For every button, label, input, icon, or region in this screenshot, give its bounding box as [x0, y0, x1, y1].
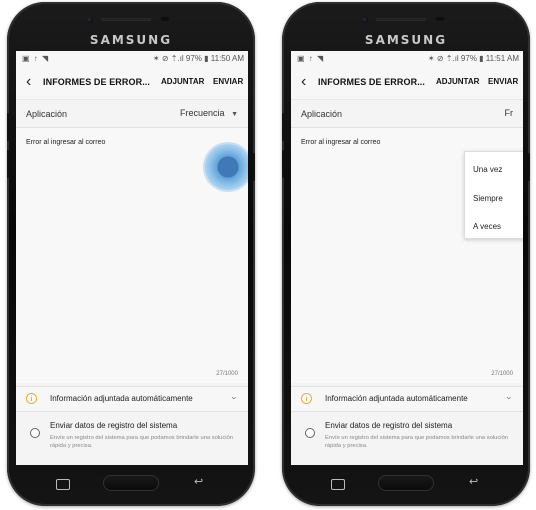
frequency-dropdown[interactable]: Fr: [505, 108, 514, 118]
phone-right: SAMSUNG ▣ ↑ ◥ ✶ ⊘ ⇡.ıl 97% ▮ 11:51 AM ‹ …: [282, 2, 530, 506]
send-button[interactable]: ENVIAR: [488, 77, 518, 86]
home-button[interactable]: [103, 475, 159, 491]
status-notification-icons: ▣ ↑ ◥: [297, 54, 325, 63]
character-counter: 27/1000: [216, 371, 238, 377]
attached-info-label: Información adjuntada automáticamente: [325, 394, 468, 403]
system-log-description: Envíe un registro del sistema para que p…: [325, 435, 509, 449]
send-button[interactable]: ENVIAR: [213, 77, 243, 86]
comparison-screenshot: SAMSUNG ▣ ↑ ◥ ✶ ⊘ ⇡.ıl 97% ▮ 11:50 AM ‹ …: [0, 0, 536, 510]
frequency-options-menu: Una vez Siempre A veces: [464, 151, 523, 239]
frequency-dropdown[interactable]: Frecuencia ▼: [180, 108, 238, 118]
option-sometimes[interactable]: A veces: [473, 222, 501, 231]
sensor-icon: [436, 17, 444, 21]
right-side-button: [528, 153, 530, 181]
left-side-button-bottom: [7, 150, 9, 178]
hardware-navigation: ↩: [7, 465, 255, 506]
app-bar: ‹ INFORMES DE ERROR... ADJUNTAR ENVIAR: [16, 67, 248, 100]
front-camera-icon: [87, 17, 93, 23]
system-log-description: Envíe un registro del sistema para que p…: [50, 435, 234, 449]
application-label: Aplicación: [301, 109, 343, 119]
system-log-option[interactable]: Enviar datos de registro del sistema Env…: [291, 413, 523, 465]
system-log-title: Enviar datos de registro del sistema: [50, 421, 178, 430]
status-right-info: ✶ ⊘ ⇡.ıl 97% ▮ 11:50 AM: [152, 54, 244, 63]
info-icon: i: [301, 393, 312, 404]
system-log-radio[interactable]: [30, 428, 40, 438]
attached-info-row[interactable]: i Información adjuntada automáticamente …: [291, 386, 523, 412]
report-text: Error al ingresar al correo: [26, 139, 106, 146]
frequency-dropdown-value: Frecuencia: [180, 108, 225, 118]
system-log-title: Enviar datos de registro del sistema: [325, 421, 453, 430]
app-bar: ‹ INFORMES DE ERROR... ADJUNTAR ENVIAR: [291, 67, 523, 100]
phone-screen: ▣ ↑ ◥ ✶ ⊘ ⇡.ıl 97% ▮ 11:51 AM ‹ INFORMES…: [291, 51, 523, 465]
application-row: Aplicación Frecuencia ▼: [16, 100, 248, 128]
home-button[interactable]: [378, 475, 434, 491]
application-label: Aplicación: [26, 109, 68, 119]
left-side-button-top: [282, 113, 284, 141]
attached-info-row[interactable]: i Información adjuntada automáticamente …: [16, 386, 248, 412]
speaker-grille: [376, 18, 426, 21]
status-bar: ▣ ↑ ◥ ✶ ⊘ ⇡.ıl 97% ▮ 11:50 AM: [16, 51, 248, 67]
character-counter: 27/1000: [491, 371, 513, 377]
option-always[interactable]: Siempre: [473, 194, 503, 203]
recent-apps-icon[interactable]: [331, 479, 345, 490]
right-side-button: [253, 153, 255, 181]
status-bar: ▣ ↑ ◥ ✶ ⊘ ⇡.ıl 97% ▮ 11:51 AM: [291, 51, 523, 67]
system-log-radio[interactable]: [305, 428, 315, 438]
page-title: INFORMES DE ERROR...: [318, 77, 426, 87]
attach-button[interactable]: ADJUNTAR: [161, 77, 204, 86]
phone-screen: ▣ ↑ ◥ ✶ ⊘ ⇡.ıl 97% ▮ 11:50 AM ‹ INFORMES…: [16, 51, 248, 465]
back-arrow-icon[interactable]: ‹: [26, 73, 31, 91]
frequency-dropdown-value: Fr: [504, 108, 514, 118]
touch-indicator: [205, 144, 248, 190]
chevron-down-icon[interactable]: ›: [230, 397, 240, 400]
brand-logo: SAMSUNG: [89, 33, 173, 47]
info-icon: i: [26, 393, 37, 404]
chevron-down-icon[interactable]: ›: [505, 397, 515, 400]
attach-button[interactable]: ADJUNTAR: [436, 77, 479, 86]
option-once[interactable]: Una vez: [473, 165, 502, 174]
report-text: Error al ingresar al correo: [301, 139, 381, 146]
back-nav-icon[interactable]: ↩: [469, 475, 478, 488]
dropdown-arrow-icon: ▼: [231, 111, 238, 118]
status-right-info: ✶ ⊘ ⇡.ıl 97% ▮ 11:51 AM: [427, 54, 519, 63]
left-side-button-top: [7, 113, 9, 141]
page-title: INFORMES DE ERROR...: [43, 77, 151, 87]
system-log-option[interactable]: Enviar datos de registro del sistema Env…: [16, 413, 248, 465]
back-arrow-icon[interactable]: ‹: [301, 73, 306, 91]
front-camera-icon: [362, 17, 368, 23]
application-row: Aplicación Fr: [291, 100, 523, 128]
status-notification-icons: ▣ ↑ ◥: [22, 54, 50, 63]
hardware-navigation: ↩: [282, 465, 530, 506]
sensor-icon: [161, 17, 169, 21]
phone-left: SAMSUNG ▣ ↑ ◥ ✶ ⊘ ⇡.ıl 97% ▮ 11:50 AM ‹ …: [7, 2, 255, 506]
brand-logo: SAMSUNG: [364, 33, 448, 47]
back-nav-icon[interactable]: ↩: [194, 475, 203, 488]
recent-apps-icon[interactable]: [56, 479, 70, 490]
speaker-grille: [101, 18, 151, 21]
left-side-button-bottom: [282, 150, 284, 178]
attached-info-label: Información adjuntada automáticamente: [50, 394, 193, 403]
